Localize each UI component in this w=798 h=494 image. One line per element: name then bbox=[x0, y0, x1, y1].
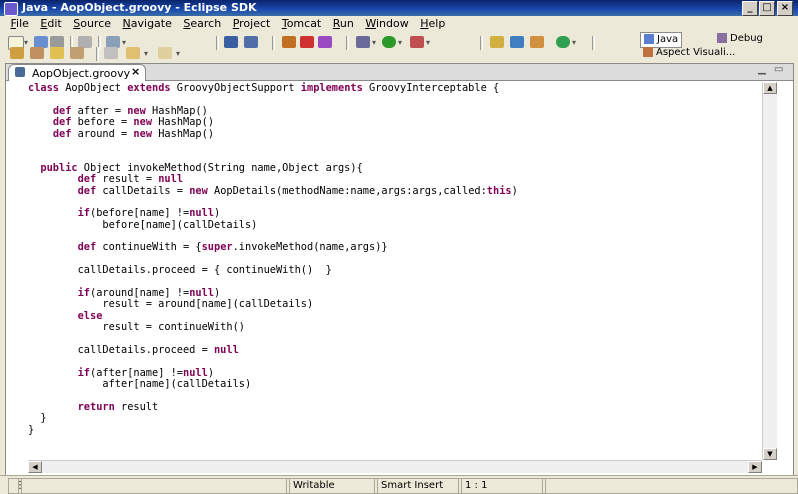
menu-window[interactable]: Window bbox=[361, 16, 412, 32]
code-line[interactable]: result = continueWith() bbox=[28, 322, 770, 333]
status-message bbox=[18, 478, 290, 494]
annotation-icon[interactable] bbox=[30, 47, 44, 59]
code-editor[interactable]: class AopObject extends GroovyObjectSupp… bbox=[28, 82, 770, 458]
status-writable: Writable bbox=[286, 478, 378, 494]
close-button[interactable]: × bbox=[777, 1, 793, 16]
vertical-scrollbar[interactable]: ▲ ▼ bbox=[762, 82, 777, 460]
window-title: Java - AopObject.groovy - Eclipse SDK bbox=[22, 1, 257, 14]
groovy-file-icon bbox=[15, 67, 25, 77]
open-folder-icon[interactable] bbox=[10, 47, 24, 59]
status-extra bbox=[542, 478, 798, 494]
status-bar: ⋮ Writable Smart Insert 1 : 1 bbox=[0, 475, 798, 494]
editor-tab-aopobject[interactable]: AopObject.groovy × bbox=[8, 64, 146, 81]
editor-pane: AopObject.groovy × ▁ ▭ class AopObject e… bbox=[5, 63, 794, 477]
scroll-left-icon[interactable]: ◀ bbox=[28, 461, 42, 473]
back-arrow-icon[interactable] bbox=[126, 47, 140, 59]
code-line[interactable]: } bbox=[28, 424, 770, 436]
code-line[interactable]: class AopObject extends GroovyObjectSupp… bbox=[28, 82, 770, 94]
status-cursor-position: 1 : 1 bbox=[458, 478, 546, 494]
forward-dropdown-icon[interactable]: ▾ bbox=[176, 49, 180, 58]
maximize-view-icon[interactable]: ▭ bbox=[774, 64, 783, 75]
maximize-button[interactable]: □ bbox=[759, 1, 775, 16]
perspective-debug-label: Debug bbox=[730, 33, 763, 44]
code-line[interactable]: callDetails.proceed = null bbox=[28, 344, 770, 356]
perspective-aspect-label: Aspect Visuali... bbox=[656, 47, 736, 58]
scroll-down-icon[interactable]: ▼ bbox=[763, 448, 777, 460]
scroll-up-icon[interactable]: ▲ bbox=[763, 82, 777, 94]
code-line[interactable]: return result bbox=[28, 401, 770, 413]
menu-project[interactable]: Project bbox=[229, 16, 275, 32]
aspect-visualiser-icon bbox=[643, 47, 653, 57]
code-line[interactable]: before[name](callDetails) bbox=[28, 219, 770, 231]
horizontal-scrollbar[interactable]: ◀ ▶ bbox=[28, 460, 762, 473]
menu-search[interactable]: Search bbox=[179, 16, 225, 32]
scroll-right-icon[interactable]: ▶ bbox=[748, 461, 762, 473]
toggle-mark-icon[interactable] bbox=[70, 47, 84, 59]
java-perspective-icon bbox=[644, 34, 654, 44]
code-line[interactable]: callDetails.proceed = { continueWith() } bbox=[28, 265, 770, 276]
menu-file[interactable]: File bbox=[7, 16, 33, 32]
menu-tomcat[interactable]: Tomcat bbox=[278, 16, 325, 32]
editor-tab-label: AopObject.groovy bbox=[32, 67, 131, 80]
code-line[interactable]: } bbox=[28, 413, 770, 424]
close-tab-icon[interactable]: × bbox=[131, 65, 140, 78]
eclipse-app-icon bbox=[4, 2, 18, 16]
code-line[interactable]: def continueWith = {super.invokeMethod(n… bbox=[28, 242, 770, 253]
code-line[interactable]: result = around[name](callDetails) bbox=[28, 299, 770, 310]
code-line[interactable]: def around = new HashMap() bbox=[28, 128, 770, 140]
title-bar: Java - AopObject.groovy - Eclipse SDK _ … bbox=[0, 0, 798, 16]
editor-tab-bar: AopObject.groovy × ▁ ▭ bbox=[6, 64, 793, 81]
forward-arrow-icon[interactable] bbox=[158, 47, 172, 59]
secondary-toolbar: ▾ ▾ bbox=[0, 45, 630, 61]
last-edit-icon[interactable] bbox=[104, 47, 118, 59]
status-insert-mode: Smart Insert bbox=[374, 478, 462, 494]
code-line[interactable]: after[name](callDetails) bbox=[28, 378, 770, 390]
edit-pencil-icon[interactable] bbox=[50, 47, 64, 59]
menu-run[interactable]: Run bbox=[329, 16, 358, 32]
menu-source[interactable]: Source bbox=[69, 16, 115, 32]
debug-perspective-icon bbox=[717, 33, 727, 43]
minimize-button[interactable]: _ bbox=[742, 1, 758, 16]
menu-help[interactable]: Help bbox=[416, 16, 449, 32]
perspective-switcher: Java Debug Aspect Visuali... bbox=[632, 30, 796, 60]
minimize-view-icon[interactable]: ▁ bbox=[758, 64, 766, 75]
menu-edit[interactable]: Edit bbox=[36, 16, 65, 32]
code-line[interactable]: def callDetails = new AopDetails(methodN… bbox=[28, 185, 770, 197]
perspective-java-label: Java bbox=[657, 34, 679, 45]
perspective-aspect-visualiser[interactable]: Aspect Visuali... bbox=[640, 46, 738, 60]
menu-navigate[interactable]: Navigate bbox=[119, 16, 176, 32]
back-dropdown-icon[interactable]: ▾ bbox=[144, 49, 148, 58]
code-line[interactable] bbox=[28, 140, 770, 151]
perspective-debug[interactable]: Debug bbox=[714, 32, 766, 46]
